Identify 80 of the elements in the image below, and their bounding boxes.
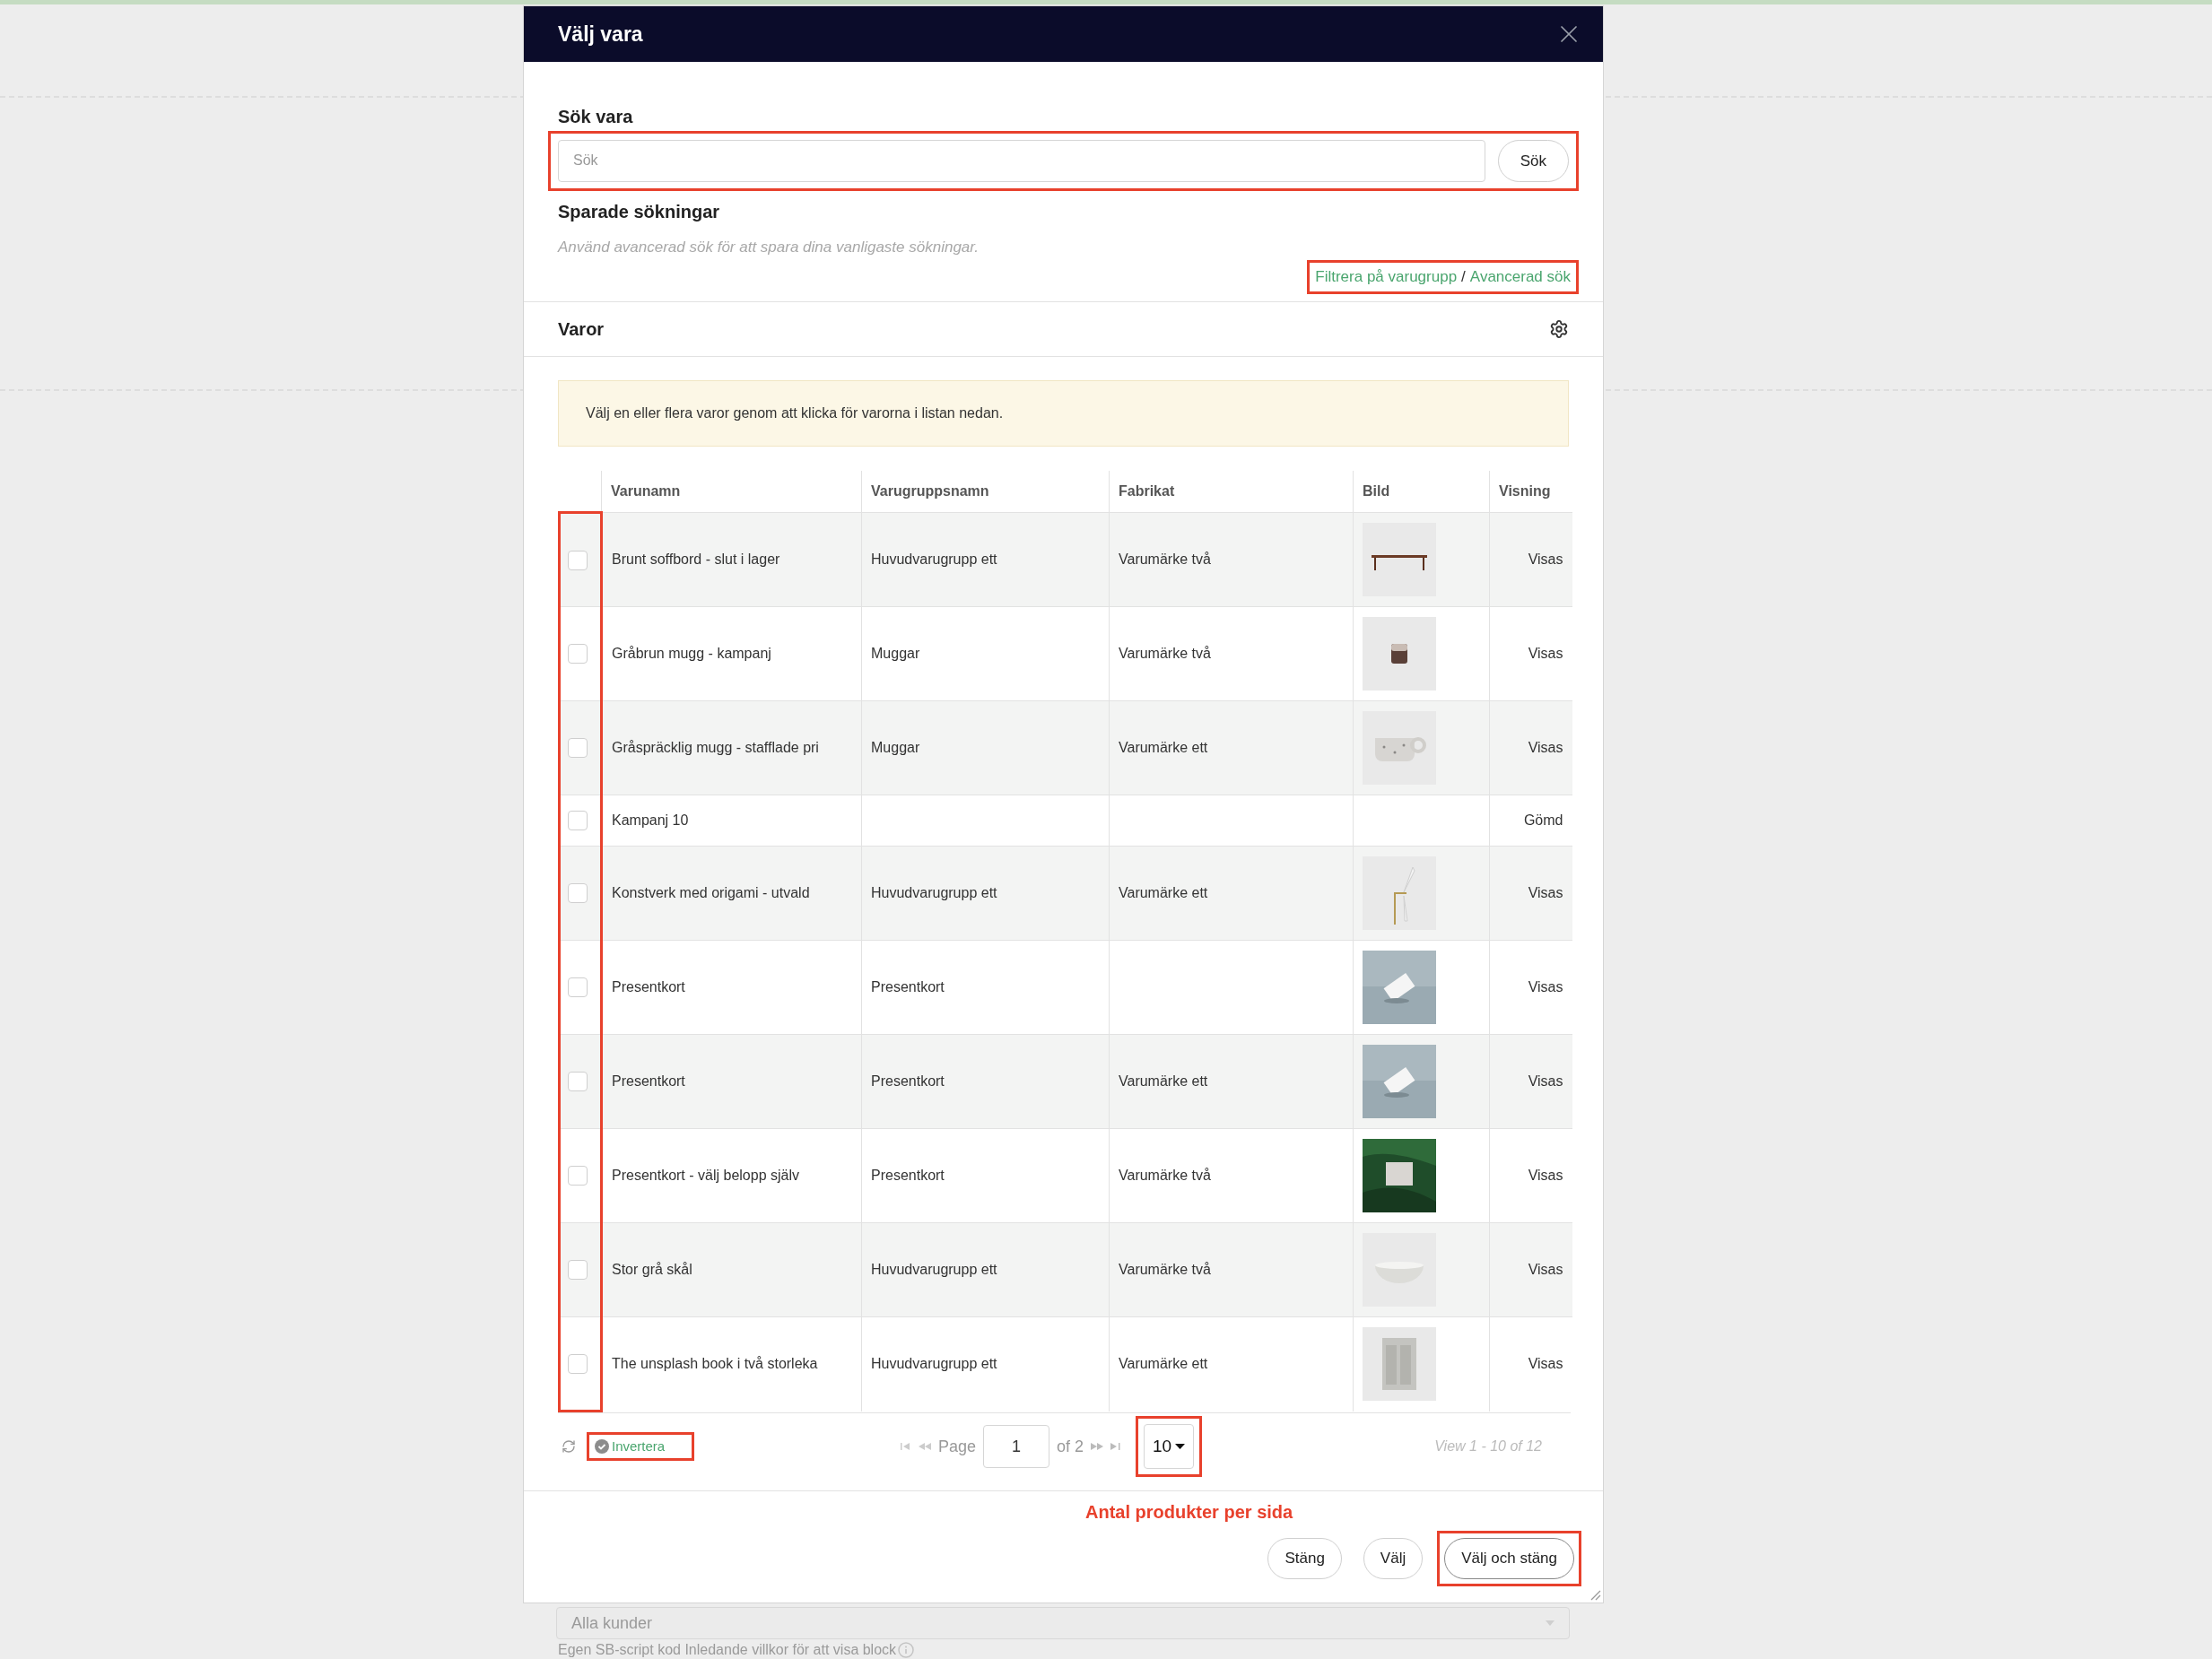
checkbox[interactable] bbox=[568, 550, 588, 570]
section-title: Sparade sökningar bbox=[558, 200, 721, 223]
first-page-icon[interactable] bbox=[901, 1443, 911, 1450]
table-cell: Varumärke två bbox=[1109, 1222, 1354, 1317]
checkbox[interactable] bbox=[568, 1072, 588, 1091]
checkbox[interactable] bbox=[568, 1260, 588, 1280]
checkbox[interactable] bbox=[568, 1166, 588, 1186]
table-cell: Huvudvarugrupp ett bbox=[861, 1316, 1110, 1411]
table-cell: Presentkort bbox=[601, 940, 862, 1035]
search-button[interactable]: Sök bbox=[1497, 139, 1569, 182]
table-cell: Presentkort - välj belopp själv bbox=[601, 1128, 862, 1223]
table-cell: Kampanj 10 bbox=[601, 795, 862, 847]
table-cell: Varumärke två bbox=[1109, 606, 1354, 701]
table-cell: Visas bbox=[1489, 1034, 1572, 1129]
view-range-text: View 1 - 10 of 12 bbox=[1434, 1438, 1542, 1455]
table-cell: Varumärke ett bbox=[1109, 1034, 1354, 1129]
page-label: Page bbox=[938, 1436, 977, 1457]
next-page-icon[interactable] bbox=[1091, 1443, 1104, 1450]
table-cell: Gråbrun mugg - kampanj bbox=[601, 606, 862, 701]
section-title: Sök vara bbox=[558, 107, 634, 126]
table-cell: Visas bbox=[1489, 512, 1572, 607]
previous-page-icon[interactable] bbox=[919, 1443, 931, 1450]
table-cell: Visas bbox=[1489, 700, 1572, 795]
table-cell: Visas bbox=[1489, 846, 1572, 941]
page-count: of 2 bbox=[1057, 1436, 1084, 1457]
notice-banner: Välj en eller flera varor genom att klicka för varorna i listan nedan. bbox=[558, 379, 1569, 447]
table-cell: Huvudvarugrupp ett bbox=[861, 1222, 1110, 1317]
page-field[interactable]: 1 bbox=[983, 1425, 1050, 1468]
dialog-title: Välj vara bbox=[558, 21, 643, 48]
check-circle-icon bbox=[595, 1439, 609, 1454]
table-cell: The unsplash book i två storleka bbox=[601, 1316, 862, 1411]
table-cell: Varumärke ett bbox=[1109, 846, 1354, 941]
column-header[interactable]: Bild bbox=[1353, 470, 1490, 513]
table-cell: Muggar bbox=[861, 606, 1110, 701]
caption-text: Egen SB-script kod Inledande villkor för att visa block bbox=[558, 1641, 897, 1659]
table-cell: Presentkort bbox=[861, 1128, 1110, 1223]
settings-icon[interactable] bbox=[1549, 318, 1569, 339]
table-cell: Presentkort bbox=[601, 1034, 862, 1129]
table-cell: Stor grå skål bbox=[601, 1222, 862, 1317]
search-field[interactable]: Sök bbox=[558, 139, 1485, 182]
column-header[interactable]: Varugruppsnamn bbox=[861, 470, 1110, 513]
checkbox[interactable] bbox=[568, 1353, 588, 1374]
table-cell: Visas bbox=[1489, 1128, 1572, 1223]
dialog-button[interactable]: Välj bbox=[1363, 1538, 1424, 1579]
table-cell: Visas bbox=[1489, 1316, 1572, 1411]
table-cell: Gömd bbox=[1489, 795, 1572, 847]
table-cell: Muggar bbox=[861, 700, 1110, 795]
table-cell: Varumärke två bbox=[1109, 512, 1354, 607]
checkbox[interactable] bbox=[568, 977, 588, 997]
section-title: Varor bbox=[558, 317, 605, 341]
table-cell: Presentkort bbox=[861, 940, 1110, 1035]
table-cell: Presentkort bbox=[861, 1034, 1110, 1129]
separator-text: / bbox=[1461, 267, 1466, 288]
dialog-button[interactable]: Välj och stäng bbox=[1444, 1538, 1574, 1579]
checkbox[interactable] bbox=[568, 738, 588, 758]
caret-icon bbox=[1546, 1620, 1554, 1626]
refresh-icon[interactable] bbox=[562, 1439, 576, 1454]
table-cell: Varumärke ett bbox=[1109, 1316, 1354, 1411]
checkbox[interactable] bbox=[568, 883, 588, 903]
table-cell: Huvudvarugrupp ett bbox=[861, 846, 1110, 941]
last-page-icon[interactable] bbox=[1110, 1443, 1122, 1450]
table-cell: Konstverk med origami - utvald bbox=[601, 846, 862, 941]
table-cell: Visas bbox=[1489, 606, 1572, 701]
hint-text: Använd avancerad sök för att spara dina vanligaste sökningar. bbox=[558, 237, 980, 257]
table-cell: Brunt soffbord - slut i lager bbox=[601, 512, 862, 607]
table-cell: Huvudvarugrupp ett bbox=[861, 512, 1110, 607]
table-cell: Varumärke två bbox=[1109, 1128, 1354, 1223]
page-size-select[interactable]: 10 bbox=[1144, 1424, 1195, 1469]
checkbox[interactable] bbox=[568, 644, 588, 664]
dialog-button[interactable]: Stäng bbox=[1267, 1538, 1342, 1579]
table-cell: Visas bbox=[1489, 940, 1572, 1035]
column-header[interactable]: Visning bbox=[1489, 470, 1572, 513]
column-header[interactable]: Fabrikat bbox=[1109, 470, 1354, 513]
checkbox[interactable] bbox=[568, 811, 588, 830]
table-cell: Gråspräcklig mugg - stafflade pri bbox=[601, 700, 862, 795]
table-cell: Varumärke ett bbox=[1109, 700, 1354, 795]
table-cell: Visas bbox=[1489, 1222, 1572, 1317]
annotation-text: Antal produkter per sida bbox=[1085, 1502, 1293, 1522]
caret-icon bbox=[1175, 1444, 1186, 1449]
info-icon bbox=[898, 1642, 915, 1658]
